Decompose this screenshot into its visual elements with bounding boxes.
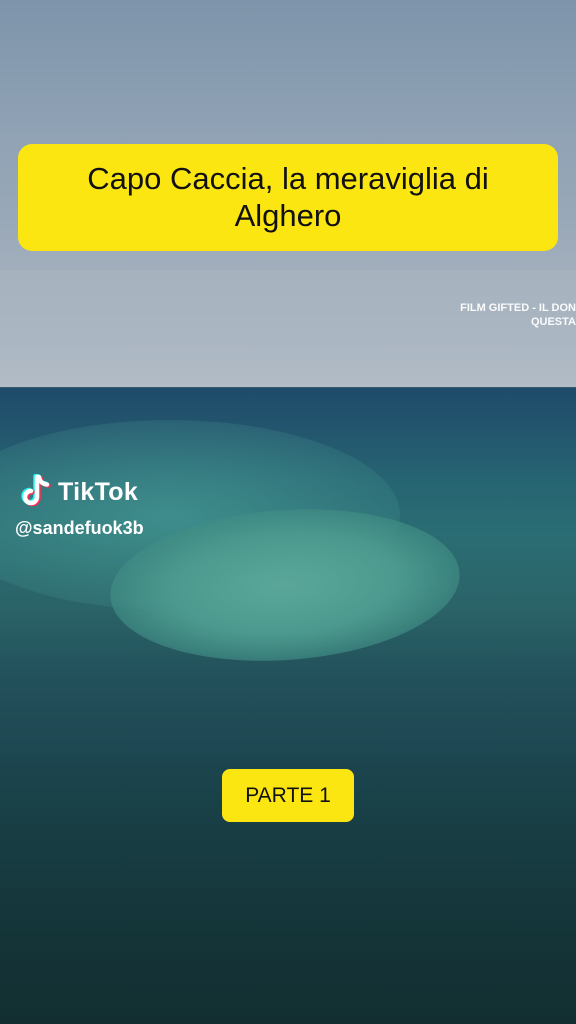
tiktok-logo-icon (21, 474, 51, 507)
aerial-sea-video (0, 270, 576, 754)
video-frame: Capo Caccia, la meraviglia di Alghero FI… (0, 0, 576, 1024)
video-credit-text: FILM GIFTED - IL DON QUESTA (460, 302, 576, 328)
part-badge: PARTE 1 (222, 769, 354, 822)
creator-handle: @sandefuok3b (15, 518, 144, 538)
part-badge-label: PARTE 1 (245, 783, 331, 807)
caption-title: Capo Caccia, la meraviglia di Alghero (87, 161, 489, 233)
sky (0, 270, 576, 388)
tiktok-wordmark: TikTok (58, 477, 139, 506)
caption-title-box: Capo Caccia, la meraviglia di Alghero (18, 144, 558, 251)
tiktok-watermark: TikTok (18, 474, 138, 510)
